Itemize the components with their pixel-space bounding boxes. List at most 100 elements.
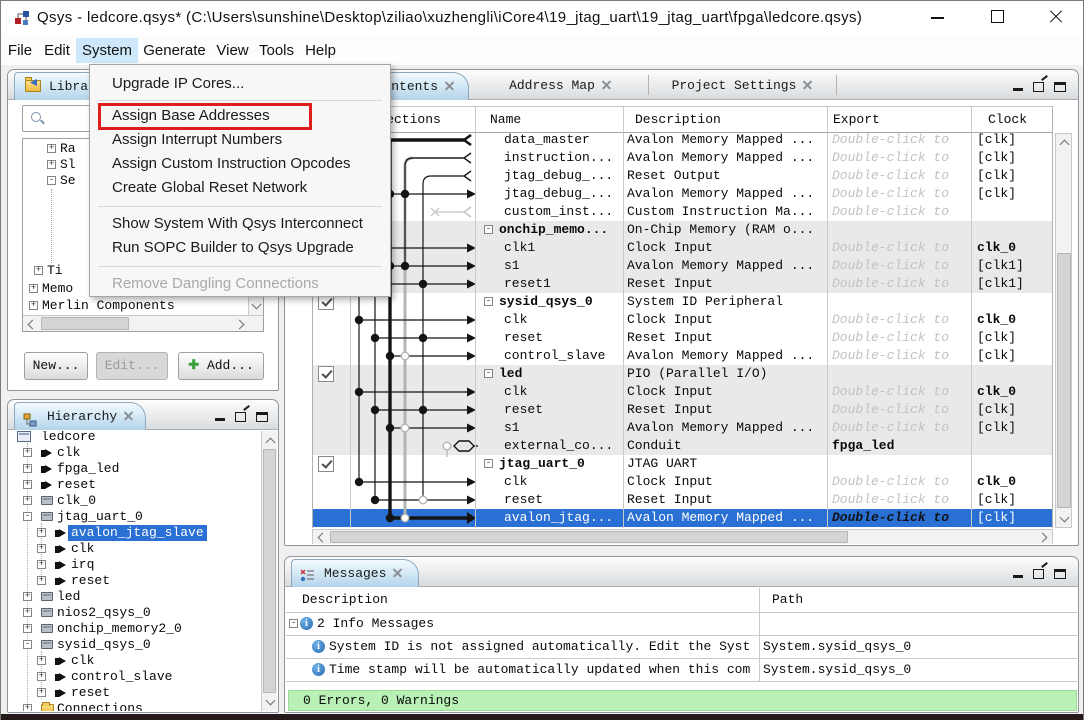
hscroll-thumb[interactable] — [330, 531, 848, 543]
row-clock[interactable]: [clk1] — [977, 275, 1052, 293]
tree-expander[interactable]: + — [37, 528, 46, 537]
library-tree-item[interactable]: Se — [60, 173, 76, 189]
scroll-down-arrow[interactable] — [1060, 514, 1069, 524]
tab-messages[interactable]: Messages — [291, 559, 419, 587]
hierarchy-item[interactable]: ledcore — [9, 431, 249, 445]
library-tree-expander[interactable]: + — [47, 160, 56, 169]
row-export[interactable]: Double-click to — [832, 491, 974, 509]
row-export[interactable]: Double-click to — [832, 509, 974, 527]
row-clock[interactable]: [clk] — [977, 185, 1052, 203]
row-export[interactable]: Double-click to — [832, 383, 974, 401]
row-export[interactable]: Double-click to — [832, 239, 974, 257]
vscroll-thumb[interactable] — [263, 449, 276, 693]
hierarchy-item[interactable]: +clk — [9, 541, 249, 557]
scroll-up-arrow[interactable] — [266, 435, 275, 445]
row-clock[interactable]: [clk1] — [977, 257, 1052, 275]
maximize-panel-icon[interactable] — [1054, 569, 1066, 579]
menubar-item-system[interactable]: System — [76, 38, 138, 63]
hierarchy-item[interactable]: +control_slave — [9, 669, 249, 685]
close-button[interactable] — [1046, 7, 1066, 27]
menubar-item-help[interactable]: Help — [299, 38, 342, 63]
tree-expander[interactable]: + — [23, 704, 32, 711]
scroll-right-arrow[interactable] — [235, 318, 247, 330]
row-clock[interactable]: [clk] — [977, 419, 1052, 437]
library-tree-expander[interactable]: + — [47, 144, 56, 153]
float-panel-icon[interactable] — [235, 412, 246, 422]
library-tree-expander[interactable]: + — [29, 284, 38, 293]
row-clock[interactable]: [clk] — [977, 347, 1052, 365]
scroll-right-arrow[interactable] — [1038, 532, 1050, 543]
hierarchy-item[interactable]: +clk — [9, 445, 249, 461]
row-expander[interactable]: - — [484, 459, 493, 468]
hierarchy-item[interactable]: +fpga_led — [9, 461, 249, 477]
row-clock[interactable]: [clk] — [977, 509, 1052, 527]
hierarchy-vscrollbar[interactable] — [261, 431, 277, 711]
hierarchy-item[interactable]: +reset — [9, 573, 249, 589]
message-row[interactable]: iSystem ID is not assigned automatically… — [286, 636, 1077, 658]
row-export[interactable]: Double-click to — [832, 419, 974, 437]
row-export[interactable]: Double-click to — [832, 203, 974, 221]
row-export[interactable]: Double-click to — [832, 257, 974, 275]
menu-item-assign-custom-instruction-opcodes[interactable]: Assign Custom Instruction Opcodes — [91, 152, 389, 176]
tree-expander[interactable]: - — [23, 640, 32, 649]
scroll-down-arrow[interactable] — [266, 697, 275, 707]
messages-group-expander[interactable]: - — [289, 619, 298, 628]
hierarchy-item[interactable]: +led — [9, 589, 249, 605]
tree-expander[interactable]: + — [37, 688, 46, 697]
row-clock[interactable]: clk_0 — [977, 311, 1052, 329]
tree-expander[interactable]: + — [23, 608, 32, 617]
tab-address-map[interactable]: Address Map — [475, 72, 645, 100]
row-export[interactable]: Double-click to — [832, 329, 974, 347]
library-tree-expander[interactable]: - — [47, 176, 56, 185]
menubar-item-view[interactable]: View — [211, 38, 254, 63]
hierarchy-item[interactable]: -jtag_uart_0 — [9, 509, 249, 525]
hierarchy-item[interactable]: +clk — [9, 653, 249, 669]
messages-group-row[interactable]: -i2 Info Messages — [286, 613, 1077, 635]
row-export[interactable]: Double-click to — [832, 131, 974, 149]
hierarchy-item[interactable]: +onchip_memory2_0 — [9, 621, 249, 637]
hierarchy-item[interactable]: +reset — [9, 477, 249, 493]
float-panel-icon[interactable] — [1033, 82, 1044, 92]
new-button[interactable]: New... — [24, 352, 88, 380]
row-export[interactable]: fpga_led — [832, 437, 974, 455]
menu-item-upgrade-ip-cores-[interactable]: Upgrade IP Cores... — [91, 72, 389, 96]
minimize-panel-icon[interactable] — [215, 418, 225, 421]
tree-expander[interactable]: - — [23, 512, 32, 521]
menubar-item-generate[interactable]: Generate — [138, 38, 211, 63]
menu-item-remove-dangling-connections[interactable]: Remove Dangling Connections — [91, 272, 389, 296]
tree-expander[interactable]: + — [23, 448, 32, 457]
tree-expander[interactable]: + — [37, 576, 46, 585]
row-export[interactable]: Double-click to — [832, 275, 974, 293]
tree-expander[interactable]: + — [23, 496, 32, 505]
hierarchy-item[interactable]: +clk_0 — [9, 493, 249, 509]
row-clock[interactable]: clk_0 — [977, 383, 1052, 401]
row-export[interactable]: Double-click to — [832, 347, 974, 365]
row-clock[interactable]: [clk] — [977, 149, 1052, 167]
tree-expander[interactable]: + — [23, 480, 32, 489]
library-tree-item[interactable]: Merlin Components — [42, 298, 175, 314]
menubar-item-file[interactable]: File — [2, 38, 38, 63]
menu-item-create-global-reset-network[interactable]: Create Global Reset Network — [91, 176, 389, 200]
row-clock[interactable]: clk_0 — [977, 239, 1052, 257]
row-export[interactable]: Double-click to — [832, 149, 974, 167]
hierarchy-item[interactable]: +avalon_jtag_slave — [9, 525, 249, 541]
scroll-left-arrow[interactable] — [25, 318, 37, 330]
library-tree-hscrollbar[interactable] — [23, 315, 264, 331]
row-clock[interactable]: clk_0 — [977, 473, 1052, 491]
row-clock[interactable]: [clk] — [977, 131, 1052, 149]
row-export[interactable]: Double-click to — [832, 167, 974, 185]
row-expander[interactable]: - — [484, 297, 493, 306]
tree-expander[interactable]: + — [23, 624, 32, 633]
row-clock[interactable]: [clk] — [977, 491, 1052, 509]
hierarchy-item[interactable]: -sysid_qsys_0 — [9, 637, 249, 653]
maximize-panel-icon[interactable] — [256, 412, 268, 422]
hierarchy-item[interactable]: +reset — [9, 685, 249, 701]
tree-expander[interactable]: + — [37, 672, 46, 681]
menu-item-assign-interrupt-numbers[interactable]: Assign Interrupt Numbers — [91, 128, 389, 152]
tree-expander[interactable]: + — [23, 592, 32, 601]
minimize-panel-icon[interactable] — [1013, 575, 1023, 578]
library-tree-item[interactable]: Ra — [60, 141, 76, 157]
row-clock[interactable]: [clk] — [977, 329, 1052, 347]
menu-item-run-sopc-builder-to-qsys-upgrade[interactable]: Run SOPC Builder to Qsys Upgrade — [91, 236, 389, 260]
library-tree-item[interactable]: Memo — [42, 281, 73, 297]
